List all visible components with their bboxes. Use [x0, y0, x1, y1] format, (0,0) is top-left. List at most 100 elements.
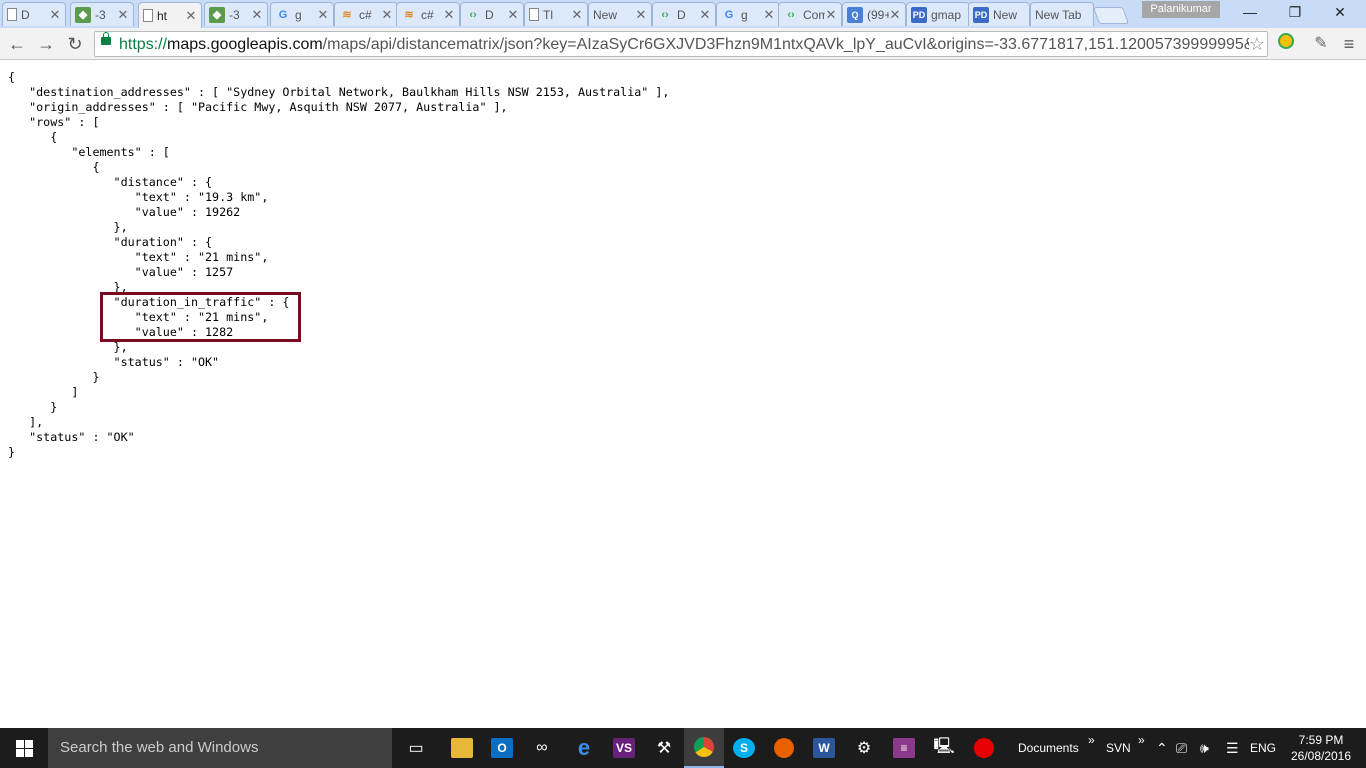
json-response: { "destination_addresses" : [ "Sydney Or…	[8, 70, 669, 460]
tools-icon[interactable]: ⚒	[644, 728, 684, 768]
close-icon[interactable]: ✕	[699, 7, 711, 23]
clock[interactable]: 7:59 PM 26/08/2016	[1286, 732, 1356, 764]
start-button[interactable]	[0, 728, 48, 768]
page-content: { "destination_addresses" : [ "Sydney Or…	[0, 61, 1366, 728]
clock-date: 26/08/2016	[1290, 749, 1352, 763]
tab-title: g	[295, 7, 302, 22]
tab-title: g	[741, 7, 748, 22]
new-tab-button[interactable]	[1092, 7, 1130, 24]
volume-icon[interactable]: 🕪	[1200, 728, 1209, 768]
tab[interactable]: ≋ c# ✕	[396, 2, 460, 26]
svn-chevron[interactable]: »	[1138, 720, 1145, 760]
word-icon[interactable]: W	[804, 728, 844, 768]
profile-button[interactable]: Palanikumar	[1142, 1, 1220, 18]
outlook-icon[interactable]: O	[482, 728, 522, 768]
network-tool-icon[interactable]: 🖳	[924, 728, 964, 768]
reload-button[interactable]: ↻	[63, 32, 87, 56]
clock-time: 7:59 PM	[1298, 733, 1344, 747]
eyedropper-extension-icon[interactable]: ✎	[1310, 33, 1332, 55]
close-icon[interactable]: ✕	[763, 7, 775, 23]
tab[interactable]: D ✕	[2, 2, 66, 26]
close-icon[interactable]: ✕	[317, 7, 329, 23]
json-line: "text" : "21 mins",	[134, 250, 269, 264]
json-line: "text" : "19.3 km",	[134, 190, 269, 204]
forward-button[interactable]: →	[34, 32, 58, 56]
tab[interactable]: ‹› Com ✕	[778, 2, 842, 26]
visual-studio-icon[interactable]: VS	[604, 728, 644, 768]
minimize-button[interactable]: —	[1230, 2, 1270, 22]
tab[interactable]: ‹› D ✕	[460, 2, 524, 26]
lock-icon	[101, 32, 111, 45]
google-maps-icon: ◆	[209, 6, 225, 23]
task-view-icon[interactable]: ▭	[396, 728, 436, 768]
tab[interactable]: PD New	[968, 2, 1030, 26]
json-line: },	[113, 340, 128, 354]
tab-title: D	[21, 7, 30, 22]
google-developers-icon: ‹›	[661, 8, 669, 21]
json-line: }	[92, 370, 100, 384]
close-icon[interactable]: ✕	[889, 7, 901, 23]
close-icon[interactable]: ✕	[251, 7, 263, 23]
settings-gear-icon[interactable]: ⚙	[844, 728, 884, 768]
tab-active[interactable]: ht ✕	[138, 2, 202, 28]
edge-icon[interactable]: e	[564, 728, 604, 768]
tab[interactable]: New Tab	[1030, 2, 1094, 26]
json-line: "origin_addresses" : [ "Pacific Mwy, Asq…	[29, 100, 508, 114]
tab[interactable]: G g ✕	[716, 2, 780, 26]
chrome-taskbar-icon[interactable]	[684, 728, 724, 768]
tab[interactable]: G g ✕	[270, 2, 334, 26]
close-icon[interactable]: ✕	[185, 8, 197, 24]
windows-taskbar: Search the web and Windows ▭ O ∞ e VS ⚒ …	[0, 728, 1366, 768]
infinity-app-icon[interactable]: ∞	[522, 728, 562, 768]
taskbar-search-box[interactable]: Search the web and Windows	[48, 728, 392, 768]
tab-title: New Tab	[1035, 7, 1082, 22]
documents-chevron[interactable]: »	[1088, 720, 1095, 760]
tab[interactable]: Q (99+ ✕	[842, 2, 906, 26]
action-center-icon[interactable]: ☰	[1226, 728, 1239, 768]
documents-toolbar[interactable]: Documents	[1018, 728, 1079, 768]
firefox-icon[interactable]	[764, 728, 804, 768]
tab[interactable]: Tl ✕	[524, 2, 588, 26]
back-button[interactable]: ←	[5, 32, 29, 56]
close-icon[interactable]: ✕	[443, 7, 455, 23]
tab[interactable]: New ✕	[588, 2, 652, 26]
extension-icon[interactable]	[1275, 33, 1297, 55]
close-icon[interactable]: ✕	[825, 7, 837, 23]
windows-logo-icon	[15, 739, 33, 757]
url-scheme: https://	[119, 36, 168, 53]
tab[interactable]: ≋ c# ✕	[334, 2, 398, 26]
duration-in-traffic-highlight	[100, 292, 301, 342]
close-icon[interactable]: ✕	[49, 7, 61, 23]
file-explorer-icon[interactable]	[442, 728, 482, 768]
close-window-button[interactable]: ✕	[1320, 2, 1360, 22]
chrome-menu-button[interactable]: ≡	[1338, 33, 1360, 55]
tab-title: ht	[157, 8, 168, 23]
tab[interactable]: ‹› D ✕	[652, 2, 716, 26]
bookmark-star-icon[interactable]: ☆	[1249, 34, 1265, 55]
language-indicator[interactable]: ENG	[1250, 728, 1276, 768]
close-icon[interactable]: ✕	[381, 7, 393, 23]
stackoverflow-icon: ≋	[404, 9, 414, 21]
skype-icon[interactable]: S	[724, 728, 764, 768]
tab[interactable]: ◆ -3 ✕	[204, 2, 268, 26]
close-icon[interactable]: ✕	[571, 7, 583, 23]
svn-toolbar[interactable]: SVN	[1106, 728, 1131, 768]
json-line: "rows" : [	[29, 115, 100, 129]
google-icon: G	[278, 8, 288, 21]
close-icon[interactable]: ✕	[507, 7, 519, 23]
address-bar[interactable]: https://maps.googleapis.com/maps/api/dis…	[94, 31, 1268, 57]
json-line: "duration" : {	[113, 235, 213, 249]
restore-button[interactable]: ❐	[1275, 2, 1315, 22]
tab[interactable]: ◆ -3 ✕	[70, 2, 134, 26]
winrar-icon[interactable]: ≡	[884, 728, 924, 768]
json-line: "value" : 1257	[134, 265, 234, 279]
close-icon[interactable]: ✕	[117, 7, 129, 23]
show-hidden-icons[interactable]: ⌃	[1156, 728, 1168, 768]
json-line: "elements" : [	[71, 145, 170, 159]
vodafone-icon[interactable]	[964, 728, 1004, 768]
tab[interactable]: PD gmap	[906, 2, 970, 26]
url-text[interactable]: https://maps.googleapis.com/maps/api/dis…	[119, 36, 1249, 54]
url-host: maps.googleapis.com	[167, 36, 323, 53]
network-icon[interactable]: ⎚	[1176, 728, 1187, 768]
close-icon[interactable]: ✕	[635, 7, 647, 23]
